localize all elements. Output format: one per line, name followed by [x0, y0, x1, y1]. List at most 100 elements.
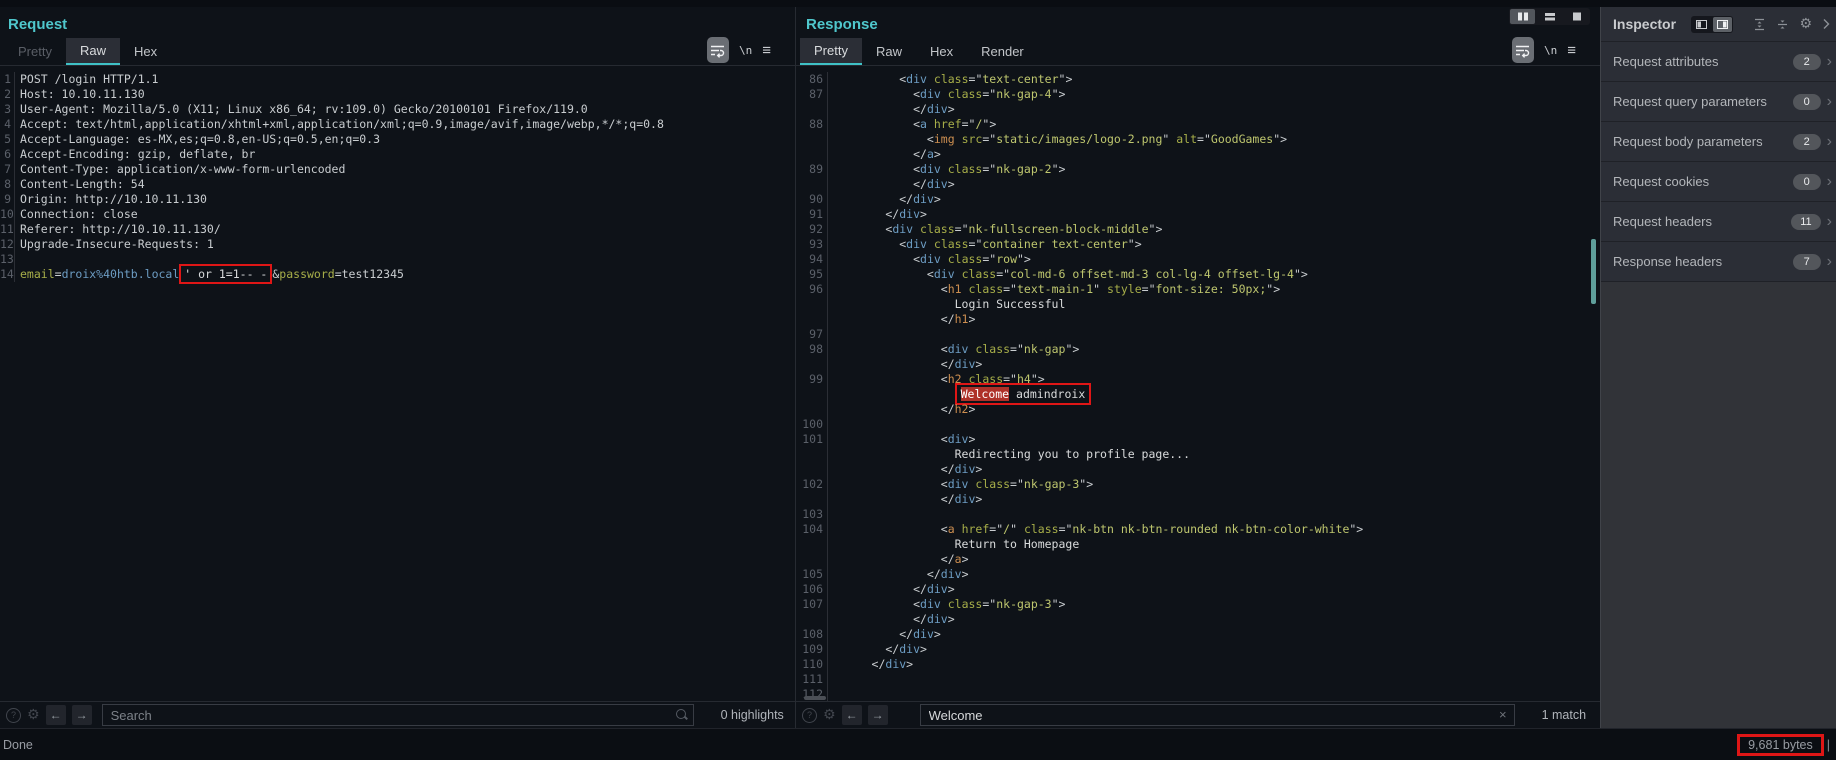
line-number	[796, 312, 828, 327]
code-line: </div>	[796, 462, 1600, 477]
tab-render[interactable]: Render	[967, 38, 1038, 65]
inspector-settings-gear-icon[interactable]: ⚙	[1799, 17, 1812, 31]
collapse-all-icon[interactable]	[1776, 18, 1789, 31]
response-search-wrap: ×	[920, 704, 1515, 726]
code-line: 96 <h1 class="text-main-1" style="font-s…	[796, 282, 1600, 297]
response-search-input[interactable]	[920, 704, 1515, 726]
search-clear-icon[interactable]: ×	[1499, 707, 1507, 722]
show-newlines-toggle[interactable]: \n	[739, 44, 752, 57]
layout-single-button[interactable]	[1564, 9, 1589, 24]
tab-pretty[interactable]: Pretty	[800, 38, 862, 65]
chevron-right-icon: ›	[1827, 254, 1832, 270]
dock-right-button[interactable]	[1713, 17, 1732, 32]
word-wrap-toggle-button[interactable]	[707, 37, 729, 63]
code-line: 104 <a href="/" class="nk-btn nk-btn-rou…	[796, 522, 1600, 537]
code-line: 90 </div>	[796, 192, 1600, 207]
line-number: 90	[796, 192, 828, 207]
line-number: 106	[796, 582, 828, 597]
code-line: 86 <div class="text-center">	[796, 72, 1600, 87]
annotation-red-box: ' or 1=1-- -	[179, 264, 272, 284]
code-line: 10Connection: close	[0, 207, 795, 222]
count-badge: 2	[1793, 54, 1821, 70]
inspector-section-label: Request headers	[1613, 214, 1791, 229]
line-number	[796, 552, 828, 567]
tab-hex[interactable]: Hex	[120, 38, 171, 65]
status-message: Done	[3, 738, 33, 752]
dock-left-button[interactable]	[1692, 17, 1711, 32]
request-search-input[interactable]	[102, 704, 694, 726]
code-line: 7Content-Type: application/x-www-form-ur…	[0, 162, 795, 177]
line-number: 5	[0, 132, 15, 147]
layout-rows-button[interactable]	[1537, 9, 1562, 24]
code-line: 98 <div class="nk-gap">	[796, 342, 1600, 357]
line-number: 107	[796, 597, 828, 612]
expand-all-icon[interactable]	[1753, 18, 1766, 31]
line-number: 95	[796, 267, 828, 282]
inspector-section-request-headers[interactable]: Request headers11›	[1601, 202, 1836, 242]
code-line: 88 <a href="/">	[796, 117, 1600, 132]
code-line: </a>	[796, 552, 1600, 567]
inspector-section-request-attributes[interactable]: Request attributes2›	[1601, 42, 1836, 82]
search-settings-gear-icon[interactable]: ⚙	[27, 708, 40, 722]
code-line: </a>	[796, 147, 1600, 162]
code-line: 4Accept: text/html,application/xhtml+xml…	[0, 117, 795, 132]
search-next-button[interactable]: →	[72, 705, 92, 725]
code-line: 13	[0, 252, 795, 267]
tab-raw[interactable]: Raw	[862, 38, 916, 65]
inspector-section-request-cookies[interactable]: Request cookies0›	[1601, 162, 1836, 202]
search-help-icon[interactable]: ?	[6, 708, 21, 723]
rows-layout-icon	[1544, 12, 1556, 21]
search-help-icon[interactable]: ?	[802, 708, 817, 723]
line-number	[796, 612, 828, 627]
chevron-right-icon: ›	[1827, 94, 1832, 110]
editor-menu-icon[interactable]: ≡	[762, 43, 771, 58]
code-line: 106 </div>	[796, 582, 1600, 597]
line-number: 4	[0, 117, 15, 132]
code-line: </h2>	[796, 402, 1600, 417]
search-prev-button[interactable]: ←	[842, 705, 862, 725]
inspector-section-response-headers[interactable]: Response headers7›	[1601, 242, 1836, 282]
request-editor[interactable]: 1POST /login HTTP/1.12Host: 10.10.11.130…	[0, 65, 795, 701]
line-number: 91	[796, 207, 828, 222]
response-editor[interactable]: 86 <div class="text-center">87 <div clas…	[796, 65, 1600, 701]
line-number: 97	[796, 327, 828, 342]
search-next-button[interactable]: →	[868, 705, 888, 725]
code-line: 97	[796, 327, 1600, 342]
tab-hex[interactable]: Hex	[916, 38, 967, 65]
layout-columns-button[interactable]	[1510, 9, 1535, 24]
tab-pretty[interactable]: Pretty	[4, 38, 66, 65]
chevron-right-icon: ›	[1827, 134, 1832, 150]
line-number	[796, 132, 828, 147]
line-number	[796, 447, 828, 462]
line-number: 6	[0, 147, 15, 162]
inspector-section-request-body-parameters[interactable]: Request body parameters2›	[1601, 122, 1836, 162]
search-prev-button[interactable]: ←	[46, 705, 66, 725]
search-settings-gear-icon[interactable]: ⚙	[823, 708, 836, 722]
code-line: 102 <div class="nk-gap-3">	[796, 477, 1600, 492]
line-number: 94	[796, 252, 828, 267]
code-line: 1POST /login HTTP/1.1	[0, 72, 795, 87]
line-number: 98	[796, 342, 828, 357]
inspector-collapse-chevron-icon[interactable]	[1822, 18, 1830, 30]
tab-raw[interactable]: Raw	[66, 38, 120, 65]
inspector-section-request-query-parameters[interactable]: Request query parameters0›	[1601, 82, 1836, 122]
show-newlines-toggle[interactable]: \n	[1544, 44, 1557, 57]
code-line: 93 <div class="container text-center">	[796, 237, 1600, 252]
line-number: 99	[796, 372, 828, 387]
response-vertical-scrollbar-thumb[interactable]	[1591, 239, 1596, 304]
status-bar: Done 9,681 bytes |	[0, 728, 1836, 760]
inspector-section-label: Response headers	[1613, 254, 1793, 269]
editor-menu-icon[interactable]: ≡	[1567, 43, 1576, 58]
code-line: 103	[796, 507, 1600, 522]
code-line: 100	[796, 417, 1600, 432]
code-line: 95 <div class="col-md-6 offset-md-3 col-…	[796, 267, 1600, 282]
response-horizontal-scrollbar-thumb[interactable]	[804, 696, 826, 700]
count-badge: 0	[1793, 94, 1821, 110]
line-number	[796, 297, 828, 312]
line-number	[796, 537, 828, 552]
word-wrap-toggle-button[interactable]	[1512, 37, 1534, 63]
code-line: 6Accept-Encoding: gzip, deflate, br	[0, 147, 795, 162]
code-line: 108 </div>	[796, 627, 1600, 642]
line-number: 110	[796, 657, 828, 672]
response-size: 9,681 bytes |	[1737, 734, 1830, 756]
